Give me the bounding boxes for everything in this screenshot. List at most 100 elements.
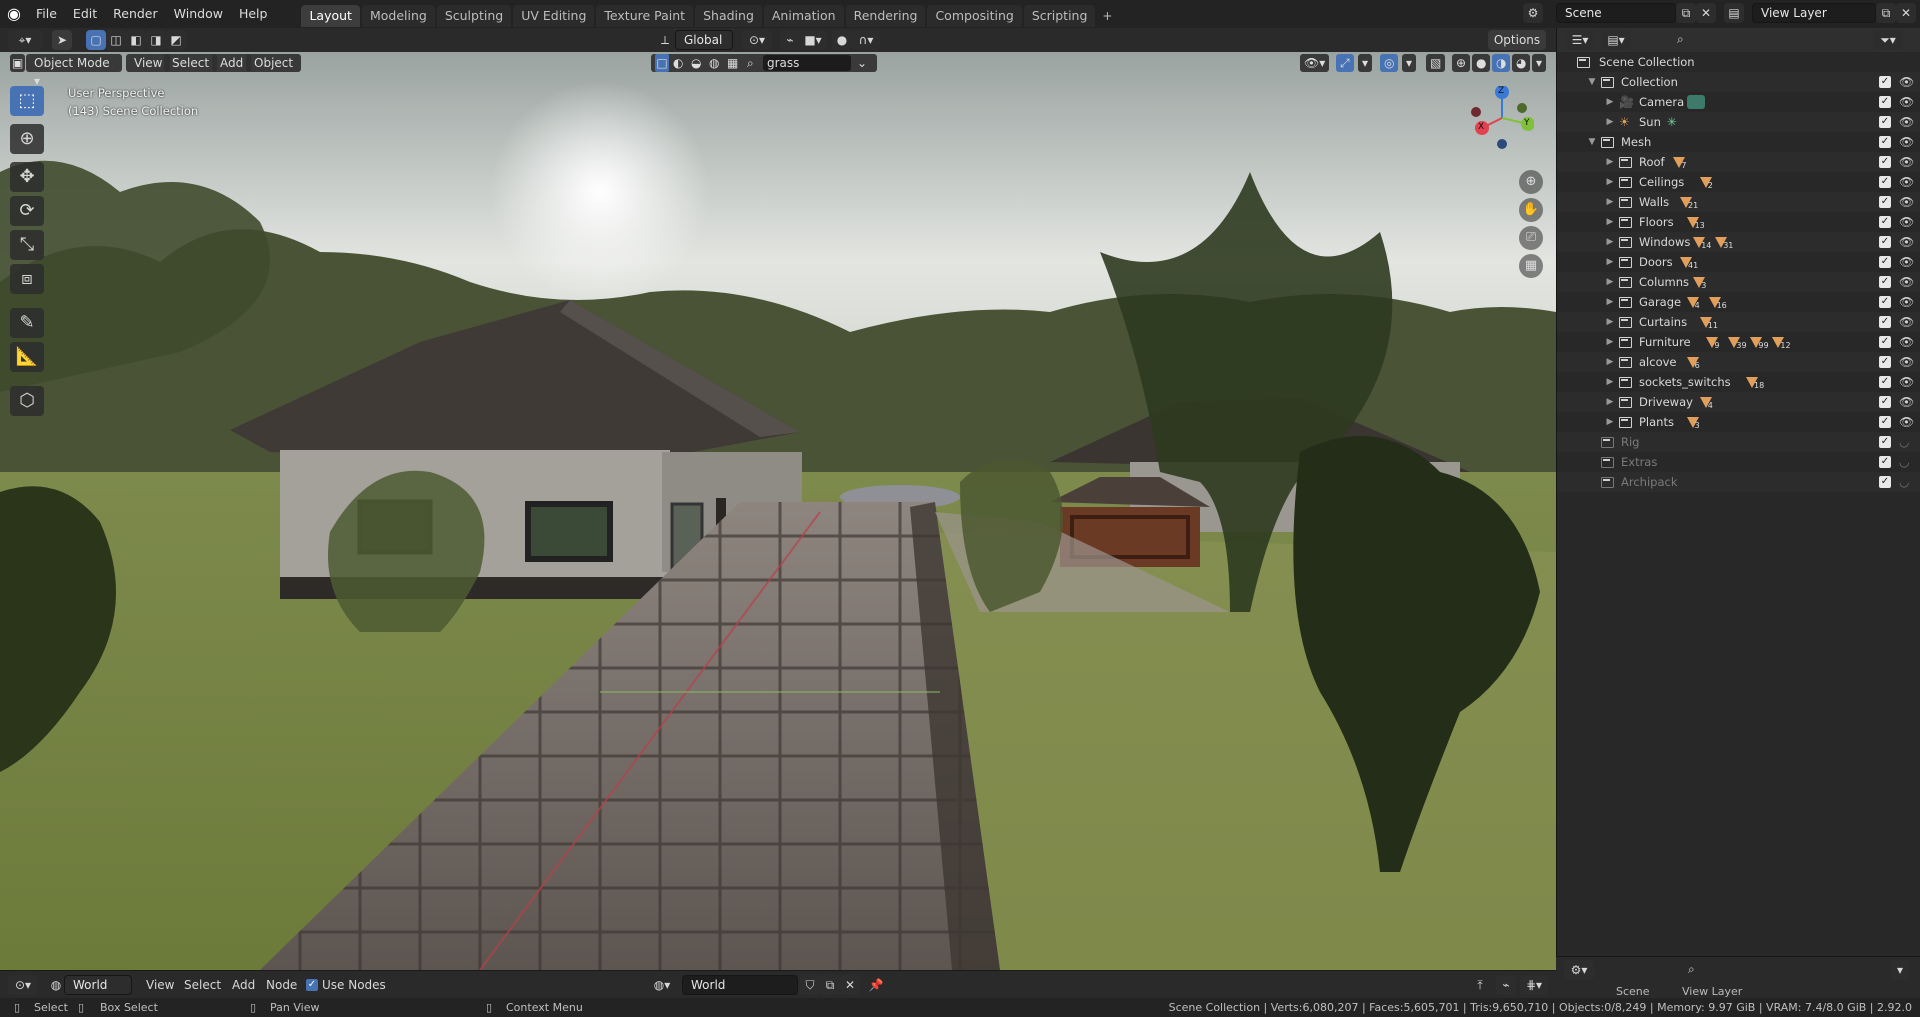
visibility-eye-icon[interactable]: ◡ (1899, 452, 1909, 472)
object-menu[interactable]: Object (246, 54, 302, 72)
visibility-eye-icon[interactable]: 👁 (1899, 172, 1914, 192)
new-view-layer-icon[interactable]: ⧉ (1876, 3, 1896, 23)
select-invert-icon[interactable]: ◨ (146, 30, 166, 50)
outliner-row-roof[interactable]: ▶ Roof 7 ✓ 👁 (1557, 152, 1920, 172)
exclude-checkbox[interactable]: ✓ (1879, 436, 1891, 448)
node-select-menu[interactable]: Select (184, 978, 221, 992)
exclude-checkbox[interactable]: ✓ (1879, 96, 1891, 108)
use-nodes-checkbox[interactable]: ✓ (306, 979, 318, 991)
visibility-icon[interactable]: 👁▾ (1300, 54, 1330, 72)
menu-file[interactable]: File (28, 0, 65, 28)
filter-types-group[interactable]: □ ◐ ◒ ◍ ▦ ⌕ grass ⌄ (651, 54, 877, 72)
expand-right-icon[interactable]: ▶ (1605, 332, 1615, 352)
exclude-checkbox[interactable]: ✓ (1879, 196, 1891, 208)
editor-type-icon[interactable]: ⌖▾ (8, 30, 42, 50)
expand-down-icon[interactable]: ▼ (1587, 72, 1597, 92)
select-menu[interactable]: Select (164, 54, 218, 72)
visibility-eye-icon[interactable]: 👁 (1899, 112, 1914, 132)
add-workspace-button[interactable]: + (1097, 5, 1117, 27)
filter-node-icon[interactable]: ▦ (727, 54, 738, 72)
select-extend-icon[interactable]: ◫ (106, 30, 126, 50)
tab-modeling[interactable]: Modeling (361, 4, 435, 27)
exclude-checkbox[interactable]: ✓ (1879, 476, 1891, 488)
shader-type-dropdown[interactable]: World (64, 975, 132, 995)
exclude-checkbox[interactable]: ✓ (1879, 416, 1891, 428)
outliner-search-input[interactable] (1673, 30, 1797, 50)
duplicate-world-icon[interactable]: ⧉ (820, 975, 840, 995)
zoom-icon[interactable]: ⊕ (1519, 170, 1543, 194)
expand-right-icon[interactable]: ▶ (1605, 212, 1615, 232)
visibility-eye-icon[interactable]: 👁 (1899, 372, 1914, 392)
expand-right-icon[interactable]: ▶ (1605, 112, 1615, 132)
visibility-eye-icon[interactable]: 👁 (1899, 252, 1914, 272)
exclude-checkbox[interactable]: ✓ (1879, 276, 1891, 288)
visibility-eye-icon[interactable]: 👁 (1899, 232, 1914, 252)
outliner-row-collection[interactable]: ▼ Collection ✓ 👁 (1557, 72, 1920, 92)
expand-right-icon[interactable]: ▶ (1605, 172, 1615, 192)
cursor-tool-icon[interactable]: ⊕ (10, 124, 44, 154)
tab-rendering[interactable]: Rendering (845, 4, 926, 27)
view-layer-field[interactable]: View Layer (1752, 3, 1876, 23)
xray-icon[interactable]: ▧ (1426, 54, 1446, 72)
outliner-row-alcove[interactable]: ▶ alcove 6 ✓ 👁 (1557, 352, 1920, 372)
exclude-checkbox[interactable]: ✓ (1879, 236, 1891, 248)
outliner-row-walls[interactable]: ▶ Walls 21 ✓ 👁 (1557, 192, 1920, 212)
pivot-point-icon[interactable]: ⊙▾ (742, 30, 772, 50)
snap-target-icon[interactable]: ■▾ (800, 30, 826, 50)
tab-uv-editing[interactable]: UV Editing (513, 4, 595, 27)
menu-window[interactable]: Window (166, 0, 231, 28)
visibility-eye-icon[interactable]: 👁 (1899, 72, 1914, 92)
expand-down-icon[interactable]: ▼ (1587, 132, 1597, 152)
expand-right-icon[interactable]: ▶ (1605, 272, 1615, 292)
select-box-tool-icon[interactable]: ⬚ (10, 86, 44, 116)
outliner-row-rig[interactable]: Rig ✓ ◡ (1557, 432, 1920, 452)
exclude-checkbox[interactable]: ✓ (1879, 296, 1891, 308)
exclude-checkbox[interactable]: ✓ (1879, 356, 1891, 368)
exclude-checkbox[interactable]: ✓ (1879, 336, 1891, 348)
outliner-row-furniture[interactable]: ▶ Furniture 9 39 99 12 ✓ 👁 (1557, 332, 1920, 352)
expand-right-icon[interactable]: ▶ (1605, 92, 1615, 112)
gizmo-icon[interactable]: ⤢ (1336, 54, 1354, 72)
shading-material-icon[interactable]: ◑ (1492, 54, 1511, 72)
outliner-row-garage[interactable]: ▶ Garage 4 16 ✓ 👁 (1557, 292, 1920, 312)
overlays-dropdown-icon[interactable]: ▾ (1402, 54, 1417, 72)
mode-dropdown[interactable]: Object Mode ▾ (26, 54, 122, 88)
exclude-checkbox[interactable]: ✓ (1879, 316, 1891, 328)
visibility-eye-icon[interactable]: ◡ (1899, 472, 1909, 492)
node-add-menu[interactable]: Add (232, 978, 255, 992)
outliner-row-root[interactable]: Scene Collection (1557, 52, 1920, 72)
measure-tool-icon[interactable]: 📐 (10, 342, 44, 372)
blender-logo-icon[interactable]: ◉ (0, 0, 28, 28)
scale-tool-icon[interactable]: ⤡ (10, 230, 44, 260)
outliner-row-mesh[interactable]: ▼ Mesh ✓ 👁 (1557, 132, 1920, 152)
visibility-eye-icon[interactable]: 👁 (1899, 192, 1914, 212)
visibility-eye-icon[interactable]: 👁 (1899, 132, 1914, 152)
shading-dropdown-icon[interactable]: ▾ (1532, 54, 1547, 72)
visibility-eye-icon[interactable]: 👁 (1899, 292, 1914, 312)
parent-node-tree-icon[interactable]: ⤒ (1470, 975, 1490, 995)
view-layer-icon[interactable]: ▤ (1724, 3, 1744, 23)
visibility-eye-icon[interactable]: 👁 (1899, 412, 1914, 432)
select-intersect-icon[interactable]: ◩ (166, 30, 186, 50)
snap-node-options-icon[interactable]: ⋕▾ (1520, 975, 1548, 995)
visibility-eye-icon[interactable]: 👁 (1899, 312, 1914, 332)
3d-viewport[interactable]: ▣ Object Mode ▾ View Select Add Object □… (0, 52, 1556, 970)
properties-editor-type-icon[interactable]: ⚙▾ (1564, 960, 1594, 980)
exclude-checkbox[interactable]: ✓ (1879, 176, 1891, 188)
tab-animation[interactable]: Animation (763, 4, 844, 27)
delete-view-layer-icon[interactable]: ✕ (1896, 3, 1916, 23)
outliner-row-floors[interactable]: ▶ Floors 13 ✓ 👁 (1557, 212, 1920, 232)
properties-tab-view-layer[interactable]: View Layer (1682, 985, 1742, 998)
expand-right-icon[interactable]: ▶ (1605, 312, 1615, 332)
filter-icon[interactable]: ⏷▾ (1873, 30, 1903, 50)
shading-solid-icon[interactable]: ● (1472, 54, 1491, 72)
outliner-row-curtains[interactable]: ▶ Curtains 11 ✓ 👁 (1557, 312, 1920, 332)
editor-type-node-icon[interactable]: ⊙▾ (8, 975, 38, 995)
expand-right-icon[interactable]: ▶ (1605, 392, 1615, 412)
outliner-row-windows[interactable]: ▶ Windows 14 31 ✓ 👁 (1557, 232, 1920, 252)
search-options-icon[interactable]: ⌄ (857, 54, 867, 72)
properties-dropdown-icon[interactable]: ▾ (1890, 960, 1910, 980)
add-cube-tool-icon[interactable]: ⬡ (10, 386, 44, 416)
pan-hand-icon[interactable]: ✋ (1519, 198, 1543, 222)
exclude-checkbox[interactable]: ✓ (1879, 116, 1891, 128)
